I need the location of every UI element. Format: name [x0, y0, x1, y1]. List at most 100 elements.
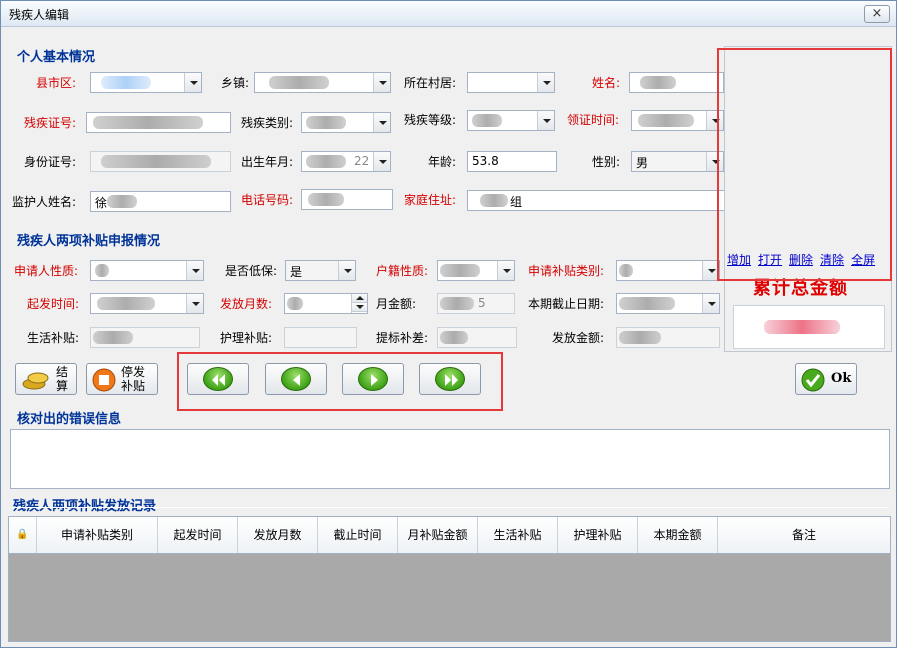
sex-select[interactable]: 男	[631, 151, 724, 172]
living-subsidy-input[interactable]	[90, 327, 200, 348]
section-basic-title: 个人基本情况	[17, 50, 96, 65]
town-label: 乡镇:	[221, 76, 250, 90]
chevron-down-icon	[497, 261, 514, 280]
nursing-subsidy-label: 护理补贴:	[220, 331, 273, 345]
start-time-select[interactable]	[90, 293, 204, 314]
birth-select[interactable]: 22	[301, 151, 391, 172]
guardian-value: 徐	[95, 196, 108, 210]
highlight-box-photo	[717, 48, 892, 281]
dibao-label: 是否低保:	[225, 264, 278, 278]
end-date-label: 本期截止日期:	[528, 297, 605, 311]
calculate-label: 结 算	[56, 365, 69, 393]
col-start-time[interactable]: 起发时间	[158, 517, 238, 553]
calculate-button[interactable]: 结 算	[15, 363, 77, 395]
chevron-down-icon	[338, 261, 355, 280]
nursing-subsidy-input[interactable]	[284, 327, 357, 348]
section-records-title: 残疾人两项补贴发放记录	[13, 499, 157, 514]
highlight-box-nav	[177, 352, 503, 411]
id-no-input[interactable]	[90, 151, 231, 172]
coins-icon	[22, 372, 49, 390]
section-divider	[13, 507, 889, 508]
chevron-down-icon	[373, 73, 390, 92]
col-subsidy-category[interactable]: 申请补贴类别	[37, 517, 158, 553]
issue-date-label: 领证时间:	[567, 113, 620, 127]
town-select[interactable]	[254, 72, 391, 93]
ok-button[interactable]: Ok	[795, 363, 857, 395]
village-select[interactable]	[467, 72, 555, 93]
stop-icon	[92, 368, 116, 392]
monthly-amount-label: 月金额:	[376, 297, 417, 311]
close-button[interactable]: ×	[864, 5, 890, 23]
total-amount-value	[764, 320, 840, 334]
card-no-label: 残疾证号:	[24, 116, 77, 130]
disability-level-label: 残疾等级:	[404, 113, 457, 127]
disability-level-select[interactable]	[467, 110, 555, 131]
error-message-box[interactable]	[10, 429, 890, 489]
address-value: 组	[510, 195, 523, 209]
disability-type-label: 残疾类别:	[241, 116, 294, 130]
name-input[interactable]	[629, 72, 724, 93]
monthly-amount-value: 5	[478, 296, 486, 310]
chevron-down-icon	[186, 294, 203, 313]
applicant-nature-select[interactable]	[90, 260, 204, 281]
address-label: 家庭住址:	[404, 193, 457, 207]
applicant-nature-label: 申请人性质:	[14, 264, 79, 278]
guardian-input[interactable]: 徐	[90, 191, 231, 212]
payout-amount-label: 发放金额:	[552, 331, 605, 345]
section-errors-title: 核对出的错误信息	[17, 412, 122, 427]
col-period-amount[interactable]: 本期金额	[638, 517, 718, 553]
guardian-label: 监护人姓名:	[12, 195, 77, 209]
dibao-select[interactable]: 是	[285, 260, 356, 281]
records-grid-body[interactable]	[8, 554, 891, 642]
age-label: 年龄:	[428, 155, 457, 169]
stop-subsidy-label: 停发 补贴	[121, 365, 146, 393]
subsidy-category-select[interactable]	[616, 260, 720, 281]
col-nursing-subsidy[interactable]: 护理补贴	[558, 517, 638, 553]
col-remarks[interactable]: 备注	[718, 517, 890, 553]
total-amount-box	[733, 305, 885, 349]
col-living-subsidy[interactable]: 生活补贴	[478, 517, 558, 553]
months-label: 发放月数:	[220, 297, 273, 311]
huji-select[interactable]	[437, 260, 515, 281]
col-months[interactable]: 发放月数	[238, 517, 318, 553]
issue-date-select[interactable]	[631, 110, 724, 131]
dibao-value: 是	[290, 265, 303, 279]
stepper-arrows-icon[interactable]	[351, 294, 367, 313]
col-end-time[interactable]: 截止时间	[318, 517, 398, 553]
col-monthly-amount[interactable]: 月补贴金额	[398, 517, 478, 553]
sex-label: 性别:	[592, 155, 621, 169]
chevron-down-icon	[537, 73, 554, 92]
section-subsidy-title: 残疾人两项补贴申报情况	[17, 234, 161, 249]
chevron-down-icon	[186, 261, 203, 280]
sex-value: 男	[636, 156, 649, 170]
stop-subsidy-button[interactable]: 停发 补贴	[86, 363, 158, 395]
age-input[interactable]: 53.8	[467, 151, 557, 172]
card-no-input[interactable]	[86, 112, 231, 133]
address-input[interactable]: 组	[467, 190, 725, 211]
id-no-label: 身份证号:	[24, 155, 77, 169]
living-subsidy-label: 生活补贴:	[27, 331, 80, 345]
birth-label: 出生年月:	[241, 155, 294, 169]
checkmark-icon	[801, 368, 825, 392]
county-select[interactable]	[90, 72, 202, 93]
months-stepper[interactable]	[284, 293, 368, 314]
phone-input[interactable]	[301, 189, 393, 210]
raise-diff-input[interactable]	[437, 327, 517, 348]
title-bar: 残疾人编辑 ×	[1, 1, 896, 27]
records-grid-header: 🔒 申请补贴类别 起发时间 发放月数 截止时间 月补贴金额 生活补贴 护理补贴 …	[8, 516, 891, 554]
monthly-amount-input[interactable]: 5	[437, 293, 515, 314]
birth-value: 22	[354, 154, 370, 168]
name-label: 姓名:	[592, 76, 621, 90]
raise-diff-label: 提标补差:	[376, 331, 429, 345]
chevron-down-icon	[373, 113, 390, 132]
chevron-down-icon	[184, 73, 201, 92]
payout-amount-input[interactable]	[616, 327, 720, 348]
end-date-select[interactable]	[616, 293, 720, 314]
disability-type-select[interactable]	[301, 112, 391, 133]
chevron-down-icon	[702, 294, 719, 313]
ok-label: Ok	[831, 371, 852, 386]
chevron-down-icon	[373, 152, 390, 171]
start-time-label: 起发时间:	[27, 297, 80, 311]
lock-icon: 🔒	[9, 517, 37, 553]
window-title: 残疾人编辑	[9, 8, 70, 22]
